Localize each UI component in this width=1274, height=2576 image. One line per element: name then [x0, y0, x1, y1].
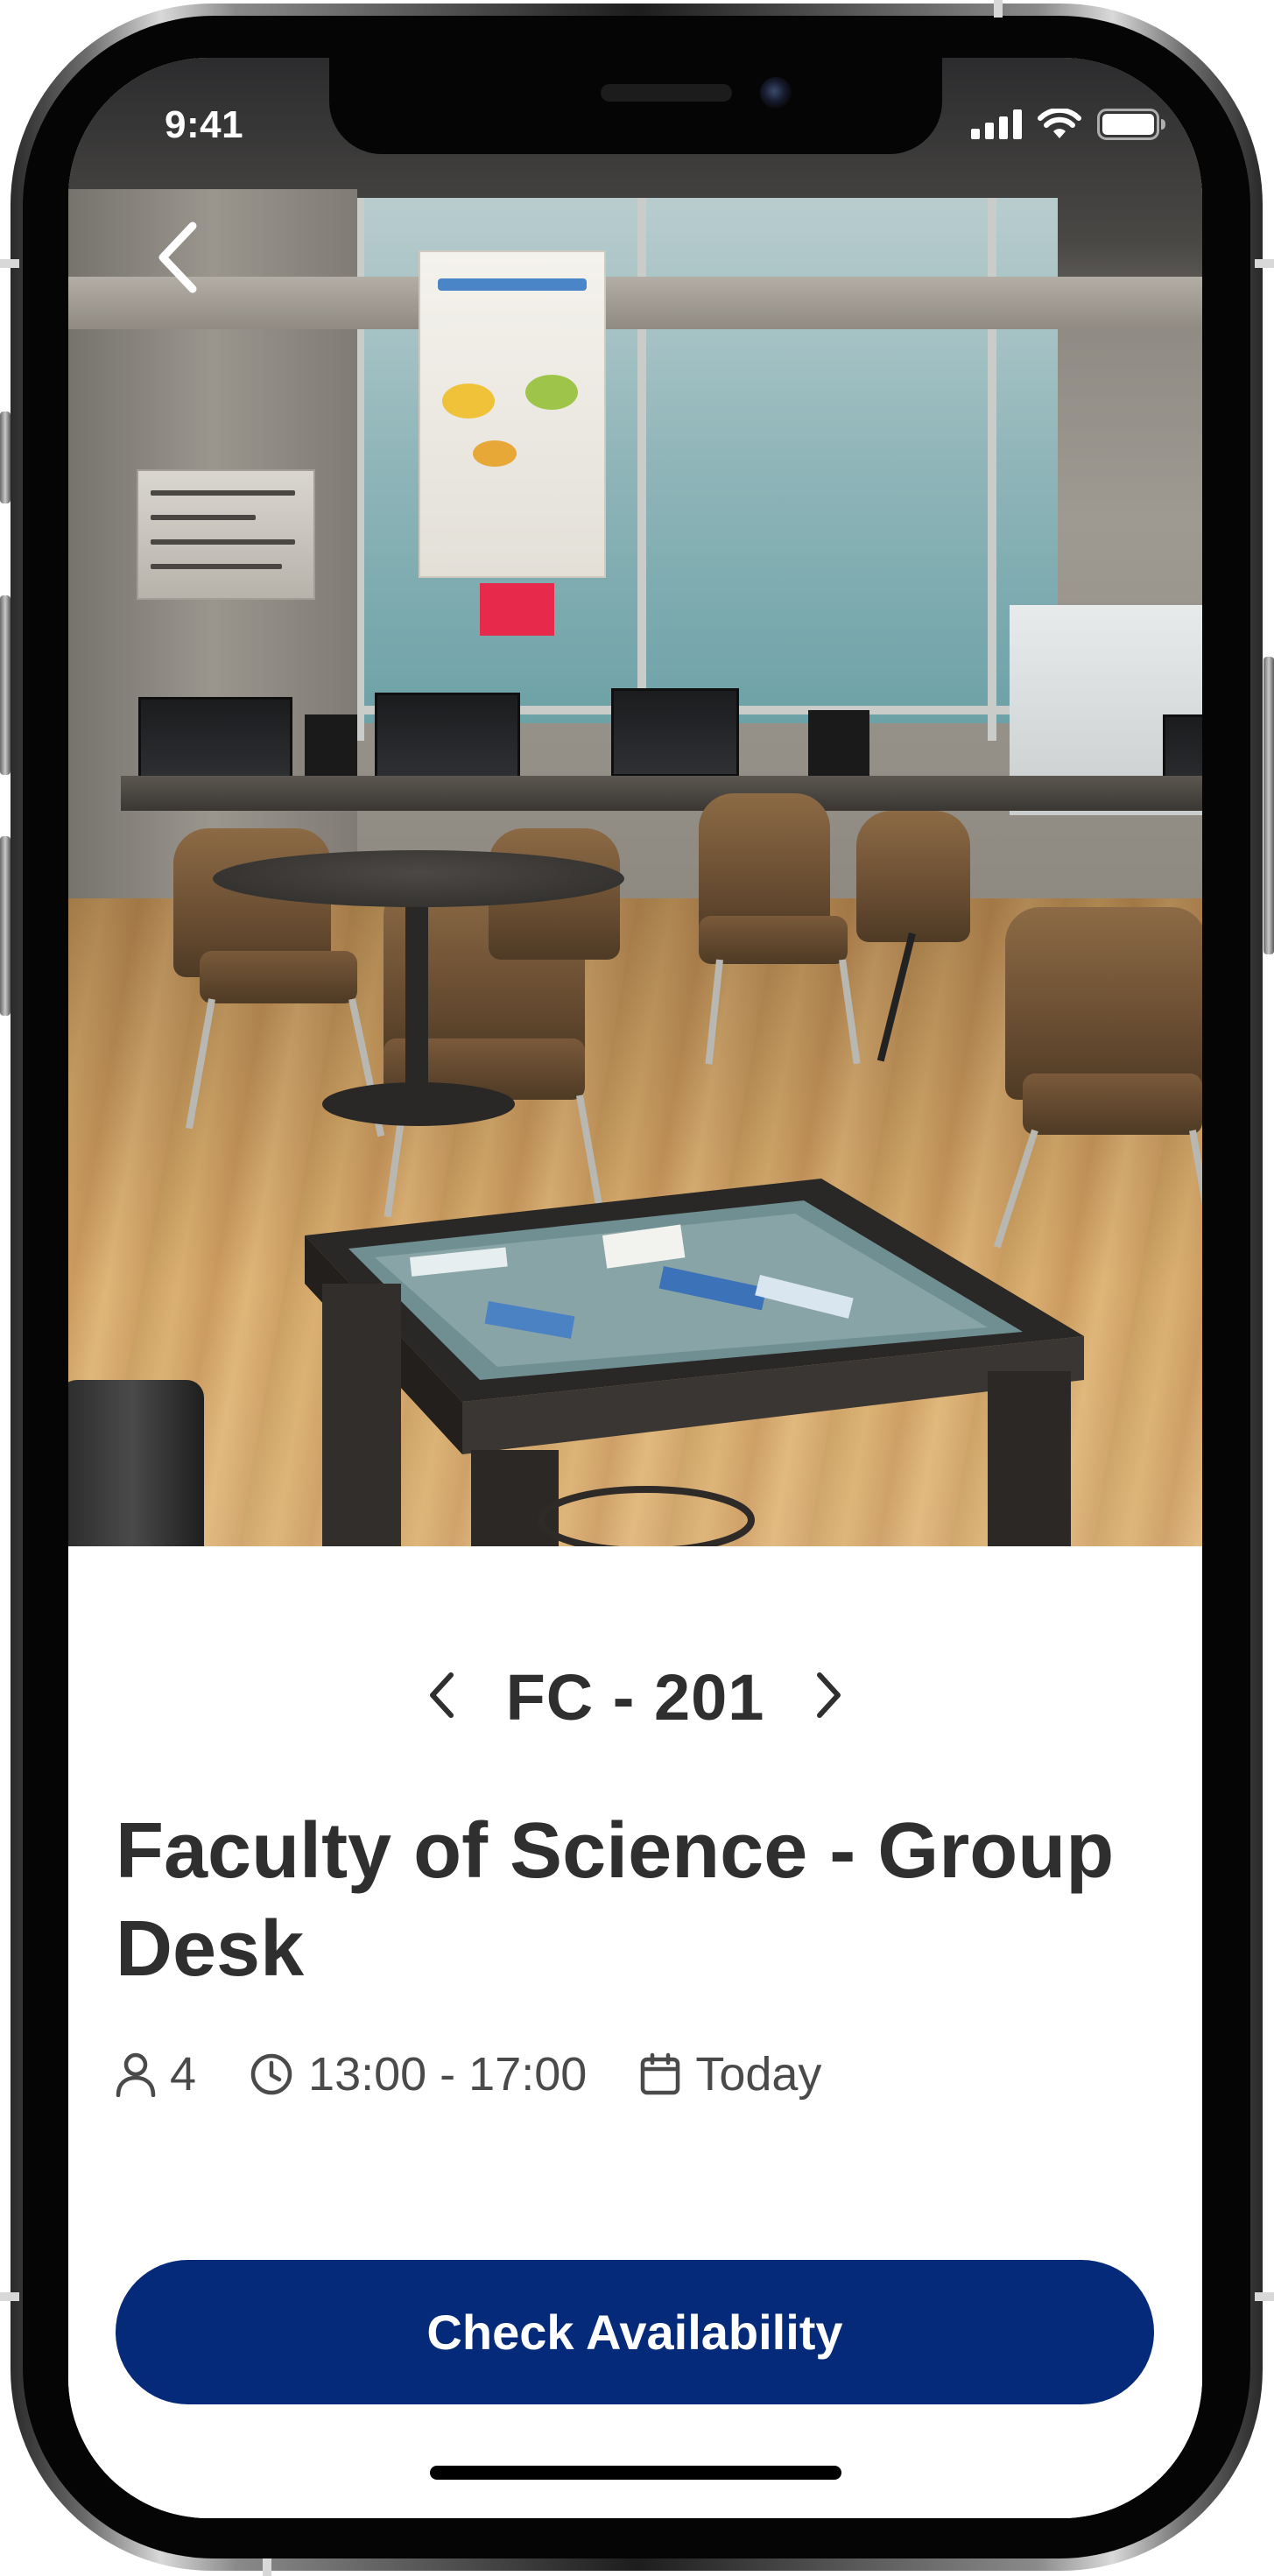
study-room-photo [68, 58, 1202, 1546]
calendar-icon [639, 2052, 681, 2096]
speaker [601, 84, 732, 102]
previous-room-button[interactable] [415, 1667, 468, 1728]
front-camera [760, 77, 792, 109]
person-icon [116, 2052, 156, 2097]
time-range: 13:00 - 17:00 [308, 2048, 588, 2101]
room-code: FC - 201 [505, 1661, 765, 1734]
wall-poster [419, 250, 606, 578]
chevron-right-icon [814, 1671, 844, 1724]
chevron-left-icon [426, 1671, 456, 1724]
antenna-line [994, 0, 1003, 18]
monitor [138, 697, 292, 785]
cellular-signal-icon [971, 109, 1022, 144]
home-indicator[interactable] [430, 2466, 841, 2480]
antenna-line [0, 259, 19, 268]
antenna-line [0, 2292, 19, 2301]
silent-switch [0, 412, 11, 503]
computer-counter [121, 776, 1202, 811]
wifi-icon [1038, 107, 1081, 144]
antenna-line [1255, 2292, 1274, 2301]
chair [856, 811, 970, 942]
status-icons [971, 107, 1167, 144]
date-info: Today [639, 2047, 821, 2101]
volume-down-button [0, 836, 11, 1016]
room-details: FC - 201 Faculty of Science - Group Desk [68, 1546, 1202, 2518]
chair [1005, 907, 1202, 1100]
status-time: 9:41 [165, 103, 244, 146]
coffee-table [305, 1179, 1084, 1546]
date-value: Today [695, 2048, 822, 2101]
volume-up-button [0, 595, 11, 775]
time-info: 13:00 - 17:00 [249, 2047, 587, 2101]
chevron-left-icon [154, 221, 201, 299]
capacity-value: 4 [170, 2048, 197, 2101]
room-title: Faculty of Science - Group Desk [116, 1807, 1115, 1993]
trash-bin [68, 1380, 204, 1546]
monitor [375, 693, 520, 781]
battery-icon [1097, 109, 1167, 144]
check-availability-button[interactable]: Check Availability [116, 2260, 1154, 2404]
notch [329, 58, 942, 154]
back-button[interactable] [130, 211, 226, 307]
round-table [213, 850, 624, 907]
room-switcher: FC - 201 [68, 1660, 1202, 1735]
capacity-info: 4 [116, 2047, 196, 2101]
ceiling-beam [68, 277, 1202, 329]
next-room-button[interactable] [803, 1667, 855, 1728]
power-button [1263, 657, 1274, 954]
antenna-line [263, 2558, 271, 2576]
wall-plaque [137, 469, 315, 600]
antenna-line [1255, 259, 1274, 268]
monitor [611, 688, 739, 777]
booking-meta: 4 13:00 - 17:00 Today [116, 2047, 821, 2101]
app-screen: 9:41 FC - 201 Faculty of Science - Group… [68, 58, 1202, 2518]
red-sign [480, 583, 554, 636]
clock-icon [249, 2052, 294, 2097]
